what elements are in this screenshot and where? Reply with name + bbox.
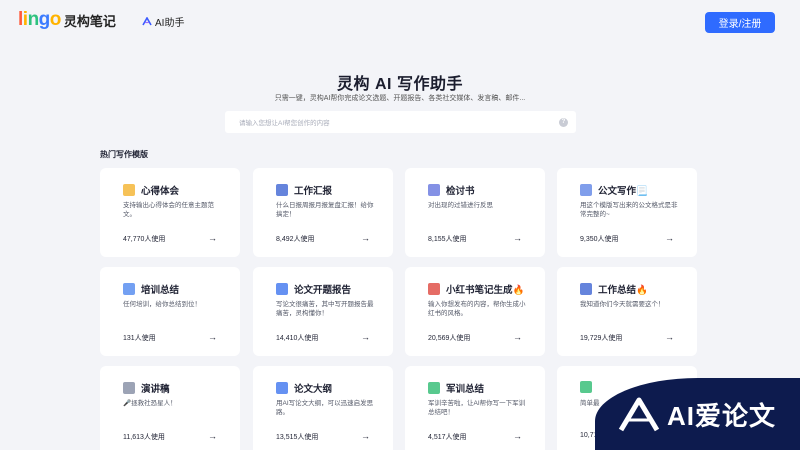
card-description: 军训辛苦啦，让AI帮你写一下军训总结吧！ (428, 400, 526, 416)
card-usage-count: 20,569人使用 (428, 335, 471, 342)
card-usage-count: 8,492人使用 (276, 236, 315, 243)
search-input[interactable]: 请输入您想让AI帮您创作的内容 ? (225, 111, 576, 133)
card-description: 什么日报周报月报复盘汇报！给你搞定！ (276, 202, 374, 218)
card-header: 军训总结 (428, 381, 484, 395)
template-card[interactable]: 公文写作📃 用这个模版写出来的公文格式是非常完整的~ 9,350人使用 → (557, 168, 697, 257)
card-description: 🎤拯救社恐星人！ (123, 400, 177, 407)
card-description: 用AI写论文大纲，可以迅速启发思路。 (276, 400, 374, 416)
template-card[interactable]: 论文大纲用AI写论文大纲，可以迅速启发思路。 13,515人使用 → (253, 366, 393, 450)
note-icon (123, 184, 135, 196)
template-card[interactable]: 工作汇报什么日报周报月报复盘汇报！给你搞定！ 8,492人使用 → (253, 168, 393, 257)
top-header: lingo 灵构笔记 AI助手 登录/注册 (0, 0, 800, 44)
card-title: 军训总结 (446, 384, 485, 395)
card-title: 论文开题报告 (294, 285, 352, 296)
book-icon (428, 283, 440, 295)
template-card[interactable]: 小红书笔记生成🔥 输入你想发布的内容，帮你生成小红书的风格。 20,569人使用 → (405, 267, 545, 356)
logo-letter: g (38, 9, 51, 30)
page-title: 灵构 AI 写作助手 (337, 76, 463, 93)
arrow-right-icon[interactable]: → (665, 332, 674, 342)
template-card[interactable]: 工作总结🔥 我知道你们今天就需要这个！ 19,729人使用 → (557, 267, 697, 356)
arrow-right-icon[interactable]: → (361, 431, 370, 441)
military-icon (428, 382, 440, 394)
card-title: 心得体会 (141, 186, 180, 197)
arrow-right-icon[interactable]: → (665, 233, 674, 243)
microphone-icon (123, 382, 135, 394)
card-usage-count: 14,410人使用 (276, 335, 319, 342)
arrow-right-icon[interactable]: → (208, 332, 217, 342)
card-usage-count: 13,515人使用 (276, 434, 319, 441)
card-usage-count: 19,729人使用 (580, 335, 623, 342)
document-icon (580, 184, 592, 196)
section-title: 热门写作模版 (100, 150, 148, 159)
logo-text: 灵构笔记 (63, 13, 116, 29)
card-title: 演讲稿 (141, 384, 170, 395)
card-header: 公文写作📃 (580, 183, 648, 197)
search-placeholder: 请输入您想让AI帮您创作的内容 (239, 120, 330, 127)
card-header: 小红书笔记生成🔥 (428, 282, 524, 296)
ai-helper-icon (142, 17, 152, 26)
logo-wordmark: lingo (18, 10, 61, 30)
pencil-icon (428, 184, 440, 196)
card-title: 培训总结 (141, 285, 180, 296)
card-header: 论文大纲 (276, 381, 332, 395)
card-title: 小红书笔记生成🔥 (446, 285, 525, 296)
megaphone-icon (580, 381, 592, 393)
card-title: 公文写作📃 (598, 186, 648, 197)
card-usage-count: 131人使用 (123, 335, 156, 342)
card-title: 论文大纲 (294, 384, 333, 395)
template-card[interactable]: 论文开题报告写论文很痛苦，其中写开题报告最痛苦，灵构懂你！ 14,410人使用 → (253, 267, 393, 356)
chat-icon (123, 283, 135, 295)
card-header: 演讲稿 (123, 381, 170, 395)
card-description: 写论文很痛苦，其中写开题报告最痛苦，灵构懂你！ (276, 301, 374, 317)
template-card[interactable]: 军训总结军训辛苦啦，让AI帮你写一下军训总结吧！ 4,517人使用 → (405, 366, 545, 450)
template-card[interactable]: 检讨书对出现的过错进行反思 8,155人使用 → (405, 168, 545, 257)
card-description: 输入你想发布的内容，帮你生成小红书的风格。 (428, 301, 526, 317)
card-usage-count: 47,770人使用 (123, 236, 166, 243)
logo[interactable]: lingo 灵构笔记 (18, 10, 116, 30)
template-card[interactable]: 演讲稿 🎤拯救社恐星人！ 11,613人使用 → (100, 366, 240, 450)
login-register-button[interactable]: 登录/注册 (705, 12, 775, 33)
arrow-right-icon[interactable]: → (208, 233, 217, 243)
ai-helper-label: AI助手 (155, 18, 185, 29)
card-title: 工作总结🔥 (598, 285, 648, 296)
help-icon[interactable]: ? (559, 117, 568, 127)
arrow-right-icon[interactable]: → (513, 332, 522, 342)
watermark-text: AI爱论文 (667, 400, 777, 431)
arrow-right-icon[interactable]: → (361, 332, 370, 342)
watermark-icon (618, 397, 660, 432)
outline-icon (276, 382, 288, 394)
card-title: 检讨书 (446, 186, 475, 197)
arrow-right-icon[interactable]: → (513, 431, 522, 441)
toolbox-icon (580, 283, 592, 295)
card-description: 用这个模版写出来的公文格式是非常完整的~ (580, 202, 678, 218)
logo-letter: n (27, 9, 40, 30)
card-description: 我知道你们今天就需要这个！ (580, 301, 665, 308)
card-usage-count: 4,517人使用 (428, 434, 467, 441)
card-title: 工作汇报 (294, 186, 333, 197)
card-header: 心得体会 (123, 183, 179, 197)
card-description: 对出现的过错进行反思 (428, 202, 493, 209)
logo-letter: o (49, 9, 62, 30)
template-card[interactable]: 心得体会支持输出心得体会的任意主题范文。 47,770人使用 → (100, 168, 240, 257)
card-header: 工作总结🔥 (580, 282, 648, 296)
card-header: 工作汇报 (276, 183, 332, 197)
arrow-right-icon[interactable]: → (361, 233, 370, 243)
page-subtitle: 只需一键，灵构AI帮你完成论文选题、开题报告、各类社交媒体、发言稿、邮件... (274, 95, 526, 102)
card-description: 支持输出心得体会的任意主题范文。 (123, 202, 214, 218)
briefcase-icon (276, 184, 288, 196)
card-header: 论文开题报告 (276, 282, 351, 296)
card-header (580, 381, 598, 393)
card-header: 检讨书 (428, 183, 475, 197)
card-header: 培训总结 (123, 282, 179, 296)
report-icon (276, 283, 288, 295)
arrow-right-icon[interactable]: → (513, 233, 522, 243)
arrow-right-icon[interactable]: → (208, 431, 217, 441)
card-usage-count: 11,613人使用 (123, 434, 165, 441)
card-description: 任何培训，给你总结到位！ (123, 301, 201, 308)
ai-helper-nav[interactable]: AI助手 (142, 14, 184, 29)
card-usage-count: 9,350人使用 (580, 236, 619, 243)
template-card[interactable]: 培训总结任何培训，给你总结到位！ 131人使用 → (100, 267, 240, 356)
card-usage-count: 8,155人使用 (428, 236, 467, 243)
